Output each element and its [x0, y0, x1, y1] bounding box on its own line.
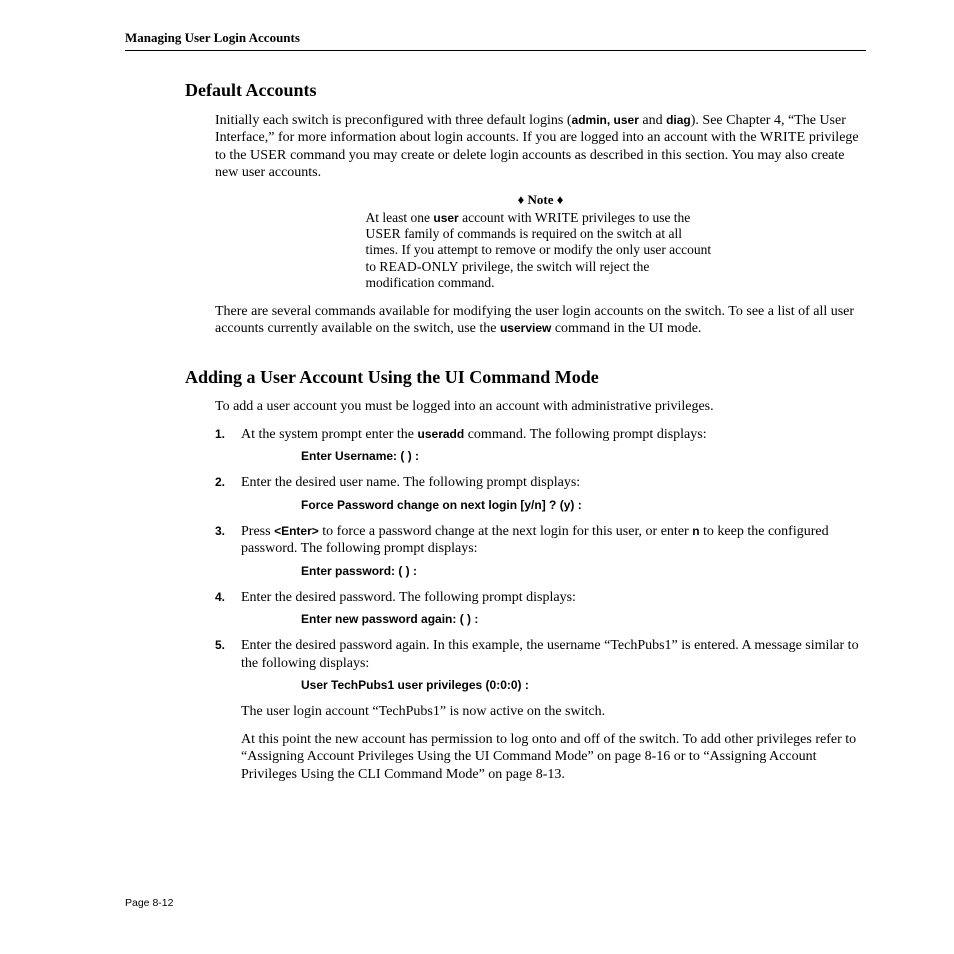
steps-list: 1. At the system prompt enter the userad… [215, 426, 866, 784]
section1-body: Initially each switch is preconfigured w… [215, 112, 866, 338]
step-text: Enter the desired password. The followin… [241, 589, 866, 607]
step-number: 4. [215, 589, 225, 606]
step-number: 5. [215, 637, 225, 654]
step-text: At the system prompt enter the useradd c… [241, 426, 866, 444]
text: Initially each switch is preconfigured w… [215, 113, 572, 128]
running-head: Managing User Login Accounts [125, 30, 866, 51]
inline-code: n [692, 524, 699, 538]
closing-paragraph: At this point the new account has permis… [241, 731, 866, 784]
note-block: ♦ Note ♦ At least one user account with … [215, 192, 866, 291]
step-5: 5. Enter the desired password again. In … [215, 637, 866, 783]
note-title: ♦ Note ♦ [215, 192, 866, 208]
step-text: Press <Enter> to force a password change… [241, 523, 866, 558]
text: account with [459, 210, 535, 225]
code-prompt: Enter Username: ( ) : [301, 449, 866, 464]
text: command in the UI mode. [551, 321, 701, 336]
heading-adding-user: Adding a User Account Using the UI Comma… [185, 366, 866, 389]
inline-code: useradd [418, 427, 465, 441]
heading-default-accounts: Default Accounts [185, 79, 866, 102]
paragraph: Initially each switch is preconfigured w… [215, 112, 866, 182]
step-4: 4. Enter the desired password. The follo… [215, 589, 866, 628]
step-number: 3. [215, 523, 225, 540]
note-body: At least one user account with WRITE pri… [366, 210, 716, 291]
inline-code: <Enter> [274, 524, 319, 538]
step-number: 1. [215, 426, 225, 443]
text: At the system prompt enter the [241, 427, 418, 442]
paragraph: There are several commands available for… [215, 303, 866, 338]
text: and [639, 113, 666, 128]
code-prompt: Force Password change on next login [y/n… [301, 498, 866, 513]
step-number: 2. [215, 474, 225, 491]
step-text: Enter the desired password again. In thi… [241, 637, 866, 672]
code-prompt: User TechPubs1 user privileges (0:0:0) : [301, 678, 866, 693]
text: to force a password change at the next l… [319, 524, 692, 539]
text: privileges to use the [579, 210, 691, 225]
smallcaps: WRITE [535, 210, 579, 225]
closing-paragraph: The user login account “TechPubs1” is no… [241, 703, 866, 721]
intro-paragraph: To add a user account you must be logged… [215, 398, 866, 416]
code-prompt: Enter new password again: ( ) : [301, 612, 866, 627]
text: Press [241, 524, 274, 539]
page-number: Page 8-12 [125, 897, 173, 910]
smallcaps: USER [366, 226, 401, 241]
step-2: 2. Enter the desired user name. The foll… [215, 474, 866, 513]
step-text: Enter the desired user name. The followi… [241, 474, 866, 492]
step-3: 3. Press <Enter> to force a password cha… [215, 523, 866, 579]
smallcaps: WRITE [760, 130, 805, 145]
text: At least one [366, 210, 434, 225]
code-prompt: Enter password: ( ) : [301, 564, 866, 579]
inline-code: user [433, 211, 458, 225]
inline-code: userview [500, 321, 551, 335]
smallcaps: USER [250, 148, 287, 163]
step-1: 1. At the system prompt enter the userad… [215, 426, 866, 465]
section2-body: To add a user account you must be logged… [215, 398, 866, 783]
inline-code: diag [666, 113, 691, 127]
smallcaps: READ-ONLY [379, 259, 458, 274]
inline-code: admin, user [572, 113, 639, 127]
text: command you may create or delete login a… [215, 148, 844, 181]
page: Managing User Login Accounts Default Acc… [0, 0, 954, 783]
text: command. The following prompt displays: [464, 427, 706, 442]
